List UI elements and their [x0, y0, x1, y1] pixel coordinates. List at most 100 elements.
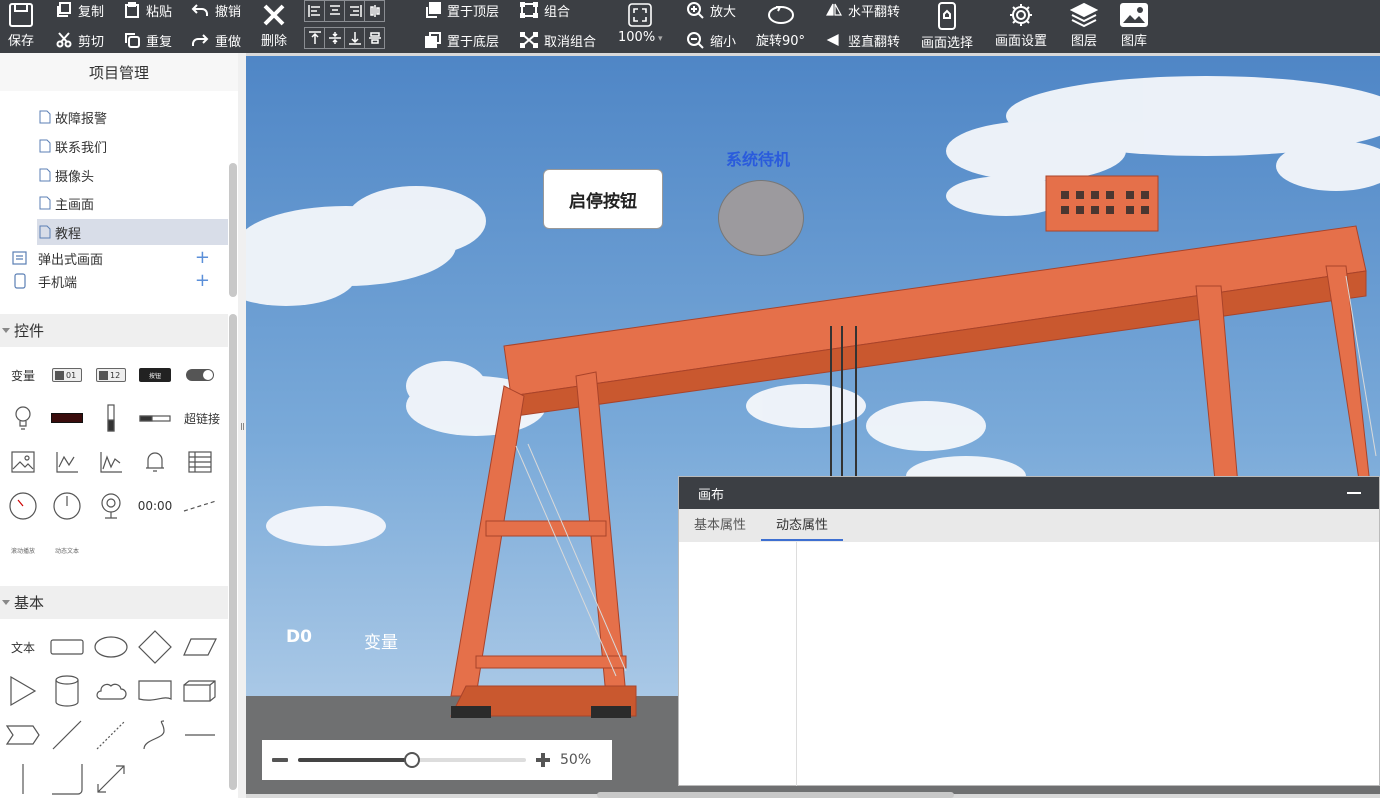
bell-icon[interactable]: [135, 444, 175, 480]
canvas-horizontal-scrollbar[interactable]: [597, 792, 954, 798]
lightbulb-icon[interactable]: [3, 400, 43, 436]
tree-scrollbar[interactable]: [229, 163, 237, 297]
numeric-display-control[interactable]: 01: [47, 357, 87, 393]
caret-down-icon: [2, 328, 10, 333]
parallelogram-icon[interactable]: [180, 629, 220, 665]
align-middle-icon[interactable]: [325, 28, 345, 48]
arrow-line-icon[interactable]: [91, 761, 131, 797]
sidebar-splitter[interactable]: [238, 53, 246, 798]
ungroup-button[interactable]: 取消组合: [520, 30, 596, 50]
copy-button[interactable]: 复制: [56, 0, 104, 20]
triangle-icon[interactable]: [3, 673, 43, 709]
zoom-level-control[interactable]: 100% ▾: [618, 2, 663, 45]
popup-screens-group[interactable]: 弹出式画面 +: [12, 247, 222, 269]
project-panel-title: 项目管理: [0, 53, 238, 91]
cube-icon[interactable]: [180, 673, 220, 709]
send-to-bottom-button[interactable]: 置于底层: [425, 30, 499, 50]
d0-label[interactable]: D0: [286, 627, 312, 647]
delete-button[interactable]: 删除: [261, 2, 287, 49]
text-shape[interactable]: 文本: [3, 629, 43, 665]
align-left-icon[interactable]: [305, 1, 325, 21]
numeric-input-control[interactable]: 12: [91, 357, 131, 393]
page-item[interactable]: 故障报警: [37, 104, 228, 130]
controls-section-header[interactable]: 控件: [0, 314, 228, 347]
line-icon[interactable]: [47, 717, 87, 753]
tab-basic-properties[interactable]: 基本属性: [679, 509, 761, 542]
button-control[interactable]: 按钮: [135, 357, 175, 393]
cloud-icon[interactable]: [91, 673, 131, 709]
zoom-minus-button[interactable]: [272, 758, 288, 762]
repeat-button[interactable]: 重复: [124, 30, 172, 50]
undo-button[interactable]: 撤销: [191, 0, 241, 20]
scroll-text-control[interactable]: 滚动播放: [3, 532, 43, 568]
align-bottom-icon[interactable]: [345, 28, 365, 48]
align-right-icon[interactable]: [345, 1, 365, 21]
progress-bar-icon[interactable]: [135, 400, 175, 436]
page-item-selected[interactable]: 教程: [37, 219, 228, 245]
gallery-button[interactable]: 图库: [1120, 2, 1148, 49]
page-item[interactable]: 联系我们: [37, 133, 228, 159]
align-hcenter-icon[interactable]: [365, 28, 384, 48]
cut-button[interactable]: 剪切: [56, 30, 104, 50]
clock-icon[interactable]: [47, 488, 87, 524]
image-icon[interactable]: [3, 444, 43, 480]
dashed-line-icon[interactable]: [180, 488, 220, 524]
horizontal-line-icon[interactable]: [180, 717, 220, 753]
webcam-icon[interactable]: [91, 488, 131, 524]
group-button[interactable]: 组合: [520, 0, 570, 20]
paste-button[interactable]: 粘贴: [124, 0, 172, 20]
gauge-dial-icon[interactable]: [3, 488, 43, 524]
zoom-slider-track[interactable]: [298, 752, 526, 768]
table-icon[interactable]: [180, 444, 220, 480]
cylinder-icon[interactable]: [47, 673, 87, 709]
trend-chart-icon[interactable]: [47, 444, 87, 480]
diamond-icon[interactable]: [135, 629, 175, 665]
align-center-icon[interactable]: [325, 1, 345, 21]
tab-dynamic-properties[interactable]: 动态属性: [761, 509, 844, 542]
screen-settings-button[interactable]: 画面设置: [995, 2, 1047, 49]
rectangle-icon[interactable]: [47, 629, 87, 665]
panel-header[interactable]: 画布: [679, 477, 1379, 509]
step-shape-icon[interactable]: [3, 717, 43, 753]
ellipse-icon[interactable]: [91, 629, 131, 665]
add-popup-button[interactable]: +: [195, 249, 210, 267]
led-display-control[interactable]: [47, 400, 87, 436]
rotate-button[interactable]: 旋转90°: [756, 2, 805, 49]
history-chart-icon[interactable]: [91, 444, 131, 480]
page-item[interactable]: 主画面: [37, 190, 228, 216]
align-vcenter-icon[interactable]: [365, 1, 384, 21]
zoom-slider-bar: 50%: [262, 740, 612, 780]
add-mobile-button[interactable]: +: [195, 272, 210, 290]
save-button[interactable]: 保存: [8, 2, 34, 49]
variable-value-label[interactable]: 变量: [364, 628, 398, 653]
hyperlink-control[interactable]: 超链接: [180, 400, 224, 436]
dotted-line-icon[interactable]: [91, 717, 131, 753]
zoom-in-button[interactable]: 放大: [686, 0, 736, 20]
start-stop-button[interactable]: 启停按钮: [543, 169, 663, 229]
minimize-icon[interactable]: [1347, 492, 1361, 494]
vertical-line-icon[interactable]: [3, 761, 43, 797]
elbow-connector-icon[interactable]: [47, 761, 87, 797]
screen-select-button[interactable]: 画面选择: [921, 2, 973, 51]
zoom-plus-button[interactable]: [536, 753, 550, 767]
controls-scrollbar[interactable]: [229, 314, 237, 790]
document-shape-icon[interactable]: [135, 673, 175, 709]
flip-horizontal-button[interactable]: 水平翻转: [826, 0, 900, 20]
zoom-out-button[interactable]: 缩小: [686, 30, 736, 50]
zoom-slider-thumb[interactable]: [404, 752, 420, 768]
redo-button[interactable]: 重做: [191, 30, 241, 50]
curve-icon[interactable]: [135, 717, 175, 753]
level-gauge-icon[interactable]: [91, 400, 131, 436]
bring-to-top-button[interactable]: 置于顶层: [425, 0, 499, 20]
layers-button[interactable]: 图层: [1070, 2, 1098, 49]
variable-control[interactable]: 变量: [3, 357, 43, 393]
page-item[interactable]: 摄像头: [37, 162, 228, 188]
align-top-icon[interactable]: [305, 28, 325, 48]
toggle-switch-control[interactable]: [180, 357, 220, 393]
flip-vertical-button[interactable]: 竖直翻转: [826, 30, 900, 50]
basic-section-header[interactable]: 基本: [0, 586, 228, 619]
dynamic-text-control[interactable]: 动态文本: [47, 532, 87, 568]
mobile-group[interactable]: 手机端 +: [12, 270, 222, 292]
status-indicator-lamp[interactable]: [718, 180, 804, 256]
time-display-control[interactable]: 00:00: [135, 488, 175, 524]
